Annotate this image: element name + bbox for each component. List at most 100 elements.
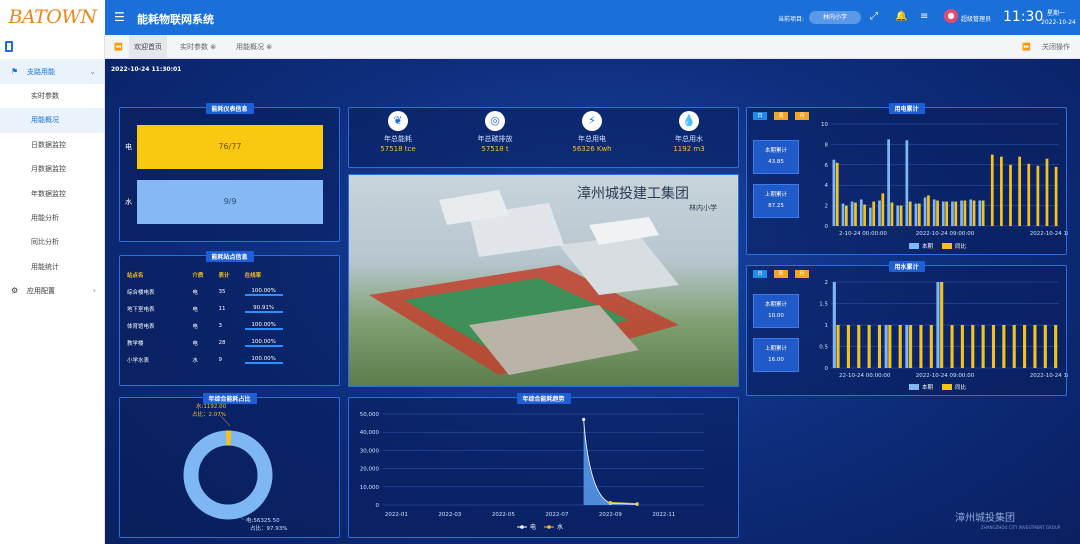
online-rate: 100.00%: [244, 339, 283, 347]
legend-elec-label: 电: [530, 523, 536, 531]
legend-previous-label: 同比: [955, 383, 967, 391]
table-cell: 电: [192, 340, 198, 347]
panel-title: 能耗站点信息: [205, 251, 254, 262]
bar-previous: [872, 201, 876, 226]
kpi-label: 年总用电: [578, 135, 606, 143]
legend-water-dot: [547, 525, 551, 529]
y-tick-label: 8: [825, 142, 829, 148]
sidebar-item[interactable]: 用能分析: [0, 206, 104, 230]
company-name: 漳州城投建工集团: [577, 186, 689, 202]
close-icon[interactable]: ⊗: [266, 43, 272, 51]
kpi-card: ⚡ 年总用电 56326 Kwh: [557, 111, 627, 153]
bar-current: [960, 200, 963, 226]
gear-icon: ⚙: [11, 286, 19, 296]
table-cell: 小学水表: [127, 357, 150, 364]
legend-current-label: 本期: [922, 383, 934, 391]
column-header: 在线率: [244, 272, 262, 279]
sidebar-item[interactable]: 年数据监控: [0, 182, 104, 206]
list-menu-icon[interactable]: ≡: [920, 11, 928, 22]
legend-previous-label: 同比: [955, 242, 967, 250]
tab-scroll-left-icon[interactable]: ⏪: [109, 35, 128, 59]
bell-icon[interactable]: 🔔: [895, 11, 907, 22]
bar-previous: [991, 325, 996, 368]
sidebar-item[interactable]: 实时参数: [0, 84, 104, 108]
water-panel: 用水累计 日周月 本期累计 10.00 上期累计 16.00 0 0.5 1 1.5 2 22-…: [746, 261, 1068, 396]
x-tick-label: 22-10-24 00:00:00: [839, 373, 891, 379]
table-header: 站点名 介质 表计 在线率: [127, 266, 335, 283]
bar-current: [905, 325, 909, 368]
bolt-icon: ⚡: [582, 111, 602, 131]
sidebar-group-label: 应用配置: [27, 287, 55, 296]
bar-previous: [1000, 156, 1003, 226]
power-panel: 用电累计 日周月 本期累计 43.85 上期累计 87.25 0 2 4 6 8 10 2-10-…: [746, 103, 1068, 255]
bar-current: [896, 205, 900, 226]
sidebar-item[interactable]: 用能概况: [0, 108, 104, 133]
water-slice-label: 水:1192.00: [196, 402, 227, 410]
sidebar-item[interactable]: 月数据监控: [0, 157, 104, 181]
dashboard-timestamp: 2022-10-24 11:30:01: [111, 66, 182, 73]
kpi-value: 57518 tce: [380, 145, 416, 153]
tab-home[interactable]: 欢迎首页: [129, 35, 167, 59]
bar-previous: [863, 204, 866, 226]
bar-previous: [981, 325, 985, 368]
school-name: 林内小学: [689, 204, 717, 212]
y-tick-label: 0: [825, 224, 829, 230]
fullscreen-icon[interactable]: ⤢: [870, 11, 878, 22]
sites-panel: 能耗站点信息 站点名 介质 表计 在线率 综合楼电表电 35 100.00% 地下室电表电 1…: [119, 251, 340, 386]
x-tick-label: 2022-10-24 18:00:00: [1030, 373, 1068, 379]
project-select[interactable]: 林内小学: [809, 11, 861, 24]
table-cell: 100.00%: [244, 334, 335, 351]
table-cell: 28: [218, 339, 226, 346]
bar-current: [884, 325, 888, 368]
legend-current-swatch: [909, 243, 919, 249]
bar-previous: [1009, 164, 1012, 226]
elec-slice-label: 电:56325.50: [246, 516, 280, 524]
y-tick-label: 0: [376, 503, 380, 509]
sidebar-item[interactable]: 用能统计: [0, 255, 104, 279]
sidebar-group-config[interactable]: ⚙ 应用配置 ›: [0, 279, 104, 303]
tab-overview[interactable]: 用能概况 ⊗: [231, 35, 277, 59]
bar-previous: [919, 325, 923, 368]
sidebar-group-branch-energy[interactable]: ⚑ 支路用能 ⌄: [0, 60, 104, 84]
bar-previous: [990, 154, 994, 226]
kpi-value: 1192 m3: [673, 145, 705, 153]
power-bar-chart: 0 2 4 6 8 10 2-10-24 00:00:00 2022-10-24 09:00:…: [821, 122, 1068, 250]
menu-toggle-icon[interactable]: ☰: [114, 10, 125, 24]
user-name[interactable]: 超级管理员: [961, 14, 991, 23]
bar-previous: [971, 325, 975, 368]
sidebar-item[interactable]: 日数据监控: [0, 133, 104, 157]
campus-photo: 漳州城投建工集团 林内小学: [348, 174, 739, 387]
close-icon[interactable]: ⊗: [210, 43, 216, 51]
table-cell: 100.00%: [244, 351, 335, 368]
bar-current: [832, 282, 836, 368]
bar-previous: [877, 325, 882, 368]
bar-previous: [888, 325, 892, 368]
table-cell: 水: [192, 357, 198, 364]
y-tick-label: 30,000: [360, 448, 380, 454]
legend-current-label: 本期: [922, 242, 934, 250]
document-icon[interactable]: [5, 41, 13, 52]
table-cell: 35: [218, 288, 226, 295]
online-rate: 100.00%: [244, 288, 283, 296]
bar-current: [936, 282, 940, 368]
elec-slice-pct: 占比：97.93%: [250, 524, 287, 532]
y-tick-label: 0.5: [819, 345, 828, 351]
close-ops-button[interactable]: 关闭操作: [1037, 35, 1075, 59]
bar-previous: [1023, 325, 1027, 368]
x-tick-label: 2022-05: [492, 512, 515, 518]
y-tick-label: 2: [825, 204, 829, 210]
co2-icon: ◎: [485, 111, 505, 131]
sidebar-item[interactable]: 同比分析: [0, 230, 104, 254]
bar-previous: [1002, 325, 1006, 368]
y-tick-label: 6: [825, 163, 829, 169]
tab-scroll-right-icon[interactable]: ⏩: [1017, 35, 1036, 59]
tab-realtime[interactable]: 实时参数 ⊗: [175, 35, 221, 59]
table-cell: 综合楼电表: [127, 289, 155, 296]
user-avatar-icon[interactable]: ●: [944, 9, 958, 23]
y-tick-label: 1: [825, 323, 829, 329]
x-tick-label: 2022-09: [599, 512, 622, 518]
table-cell: 电: [192, 289, 198, 296]
table-row: 体育馆电表 电 3 100.00%: [127, 317, 335, 334]
y-tick-label: 40,000: [360, 430, 380, 436]
y-tick-label: 10,000: [360, 485, 380, 491]
